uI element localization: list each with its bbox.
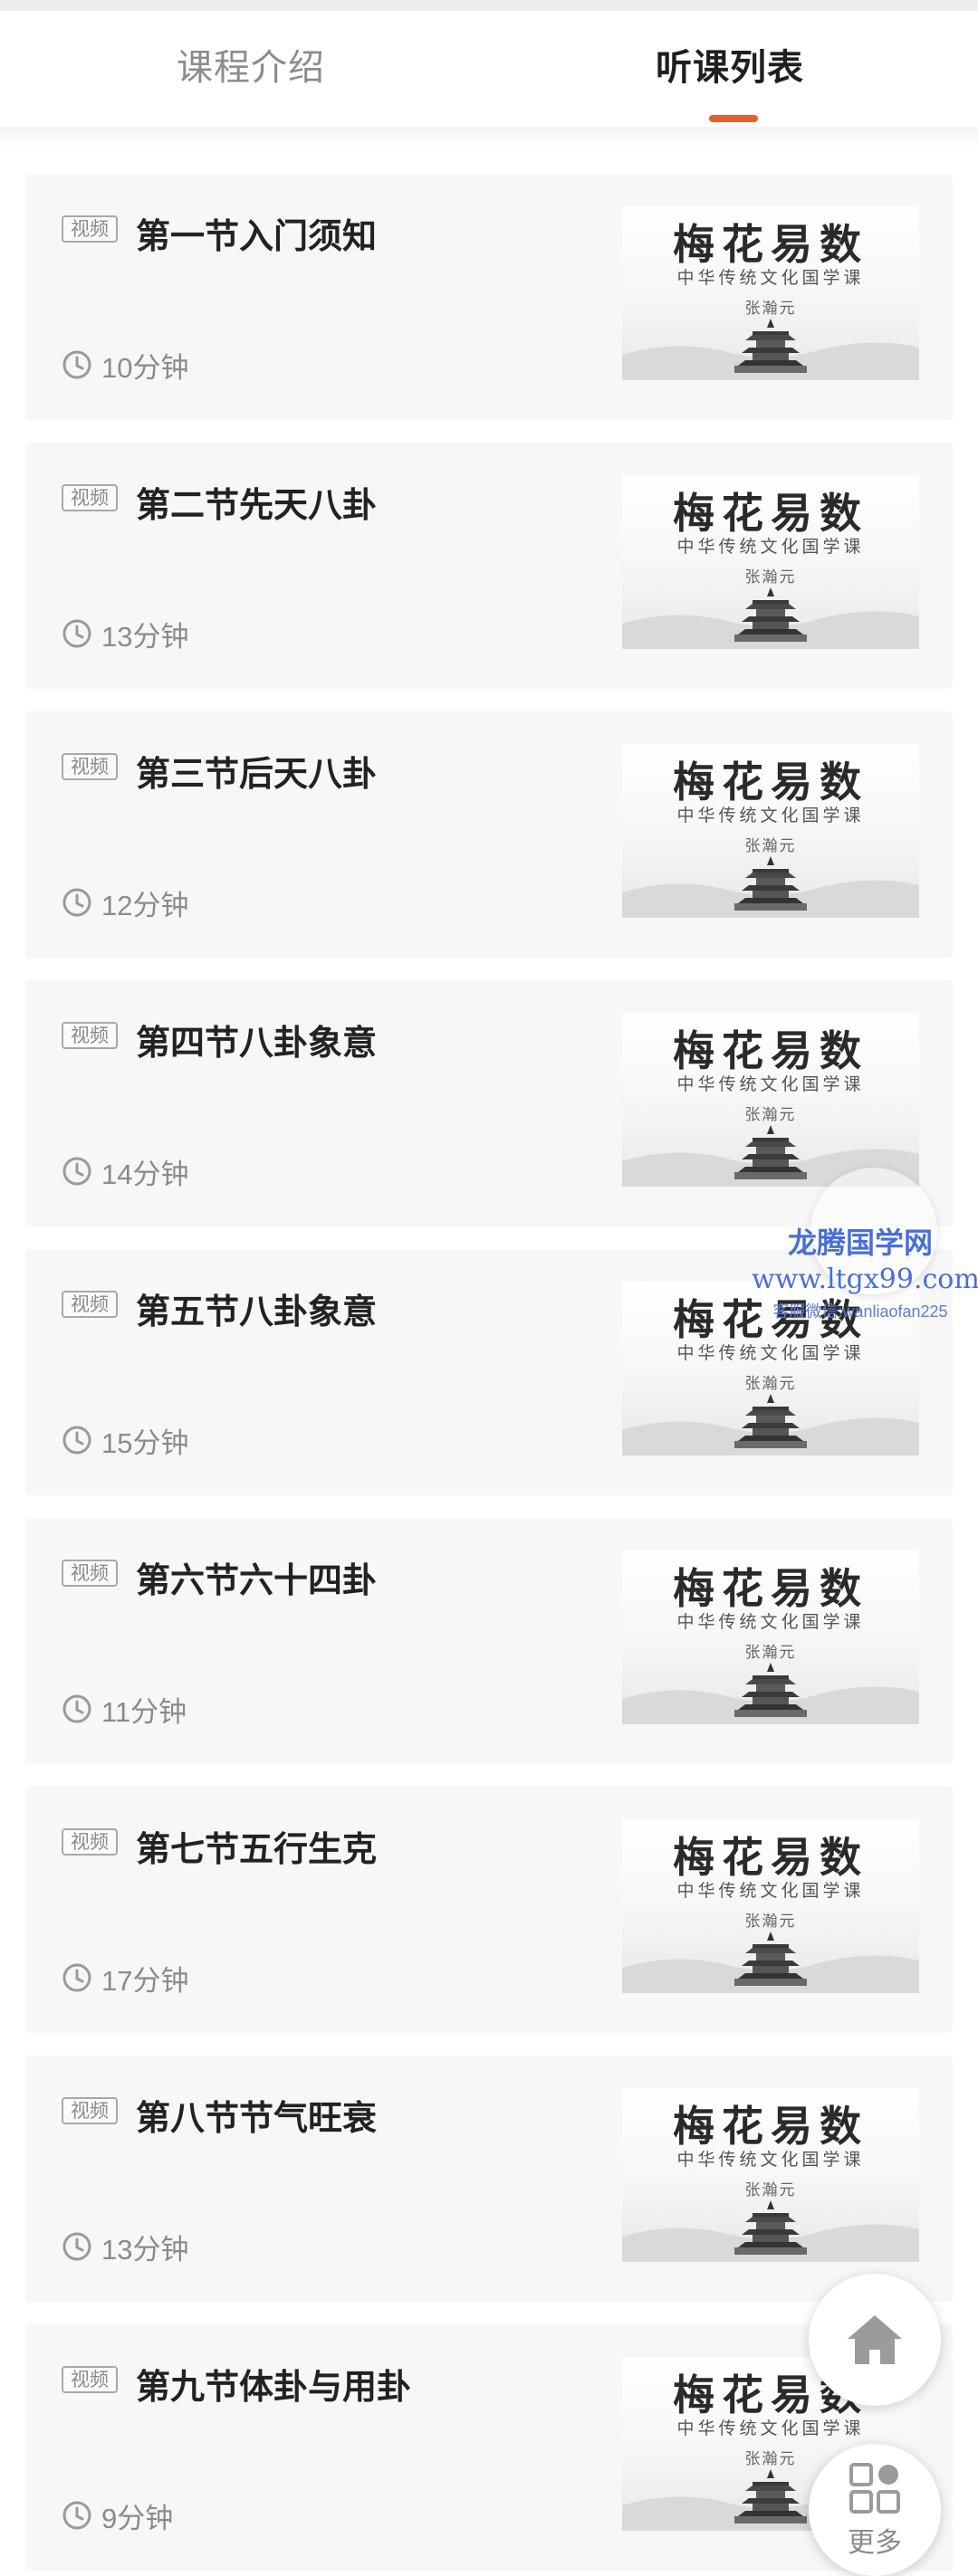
watermark: 龙腾国学网 www.ltgx99.com 客服微信:wanliaofan225	[752, 1220, 978, 1322]
duration-text: 12分钟	[101, 889, 189, 921]
duration-text: 17分钟	[101, 1964, 189, 1997]
clock-icon	[62, 1426, 91, 1455]
duration-text: 15分钟	[101, 1426, 189, 1459]
video-badge: 视频	[62, 484, 118, 511]
thumbnail-title: 梅花易数	[673, 220, 868, 269]
clock-icon	[62, 619, 91, 648]
duration-text: 13分钟	[101, 620, 189, 653]
clock-icon	[62, 1157, 91, 1186]
lesson-card[interactable]: 视频 第七节五行生克 17分钟 梅花易数 中华传统文化国学课 张瀚元	[25, 1787, 953, 2033]
lesson-duration: 17分钟	[62, 1959, 188, 1997]
clock-icon	[62, 888, 91, 917]
thumbnail-subtitle: 中华传统文化国学课	[676, 1881, 865, 1901]
lesson-title: 第九节体卦与用卦	[136, 2369, 412, 2407]
more-button[interactable]: 更多	[809, 2444, 941, 2576]
status-strip	[0, 0, 978, 11]
lesson-card[interactable]: 视频 第二节先天八卦 13分钟 梅花易数 中华传统文化国学课 张瀚元	[25, 443, 953, 689]
lesson-duration: 15分钟	[62, 1421, 188, 1459]
lesson-duration: 9分钟	[62, 2496, 173, 2534]
thumbnail-subtitle: 中华传统文化国学课	[676, 1612, 865, 1632]
tab-bar-divider	[0, 127, 978, 147]
temple-illustration	[622, 1663, 919, 1724]
active-tab-indicator	[709, 115, 758, 122]
video-badge: 视频	[62, 1022, 118, 1049]
lesson-thumbnail: 梅花易数 中华传统文化国学课 张瀚元	[622, 2088, 919, 2262]
temple-illustration	[622, 319, 919, 380]
tab-course-intro[interactable]: 课程介绍	[177, 38, 325, 91]
video-badge: 视频	[62, 1560, 118, 1587]
duration-text: 14分钟	[101, 1158, 189, 1190]
thumbnail-title: 梅花易数	[673, 1833, 868, 1882]
thumbnail-subtitle: 中华传统文化国学课	[676, 806, 865, 825]
thumbnail-subtitle: 中华传统文化国学课	[676, 2150, 865, 2170]
video-badge: 视频	[62, 753, 118, 780]
watermark-contact: 客服微信:wanliaofan225	[772, 1302, 948, 1321]
clock-icon	[62, 1963, 91, 1992]
video-badge: 视频	[62, 1828, 118, 1856]
duration-text: 13分钟	[101, 2233, 189, 2266]
thumbnail-title: 梅花易数	[673, 2102, 868, 2151]
lesson-thumbnail: 梅花易数 中华传统文化国学课 张瀚元	[622, 475, 919, 649]
thumbnail-subtitle: 中华传统文化国学课	[676, 268, 865, 288]
clock-icon	[62, 350, 91, 379]
video-badge: 视频	[62, 215, 118, 243]
lesson-thumbnail: 梅花易数 中华传统文化国学课 张瀚元	[622, 1819, 919, 1993]
tab-lesson-list[interactable]: 听课列表	[656, 38, 804, 91]
lesson-title: 第一节入门须知	[136, 218, 378, 256]
duration-text: 9分钟	[101, 2502, 174, 2534]
thumbnail-title: 梅花易数	[673, 758, 868, 806]
temple-illustration	[622, 856, 919, 918]
lesson-thumbnail: 梅花易数 中华传统文化国学课 张瀚元	[622, 206, 919, 380]
watermark-url: www.ltgx99.com	[752, 1264, 978, 1295]
lesson-card[interactable]: 视频 第八节节气旺衰 13分钟 梅花易数 中华传统文化国学课 张瀚元	[25, 2056, 953, 2302]
lesson-duration: 12分钟	[62, 883, 188, 921]
temple-illustration	[622, 587, 919, 649]
thumbnail-subtitle: 中华传统文化国学课	[676, 2419, 865, 2438]
lesson-duration: 13分钟	[62, 2228, 188, 2266]
tab-bar: 课程介绍 听课列表	[0, 11, 978, 127]
video-badge: 视频	[62, 2366, 118, 2393]
clock-icon	[62, 1694, 91, 1723]
duration-text: 10分钟	[101, 351, 189, 384]
duration-text: 11分钟	[101, 1695, 187, 1728]
thumbnail-subtitle: 中华传统文化国学课	[676, 1074, 865, 1094]
lesson-title: 第三节后天八卦	[136, 756, 378, 794]
lesson-card[interactable]: 视频 第三节后天八卦 12分钟 梅花易数 中华传统文化国学课 张瀚元	[25, 711, 953, 958]
lesson-thumbnail: 梅花易数 中华传统文化国学课 张瀚元	[622, 744, 919, 918]
lesson-card[interactable]: 视频 第六节六十四卦 11分钟 梅花易数 中华传统文化国学课 张瀚元	[25, 1518, 953, 1764]
video-badge: 视频	[62, 1291, 118, 1318]
lesson-title: 第四节八卦象意	[136, 1025, 378, 1063]
lesson-title: 第五节八卦象意	[136, 1293, 378, 1331]
watermark-site-name: 龙腾国学网	[787, 1226, 933, 1259]
video-badge: 视频	[62, 2097, 118, 2124]
temple-illustration	[622, 1394, 919, 1455]
more-label: 更多	[848, 2528, 902, 2558]
home-icon	[848, 2315, 902, 2364]
lesson-thumbnail: 梅花易数 中华传统文化国学课 张瀚元	[622, 1550, 919, 1724]
thumbnail-title: 梅花易数	[673, 1026, 868, 1075]
lesson-thumbnail: 梅花易数 中华传统文化国学课 张瀚元	[622, 1013, 919, 1187]
lesson-title: 第二节先天八卦	[136, 487, 378, 525]
lesson-duration: 14分钟	[62, 1152, 188, 1190]
clock-icon	[62, 2501, 91, 2530]
thumbnail-subtitle: 中华传统文化国学课	[676, 1343, 865, 1363]
grid-icon	[849, 2463, 900, 2514]
lesson-title: 第七节五行生克	[136, 1831, 378, 1869]
lesson-card[interactable]: 视频 第四节八卦象意 14分钟 梅花易数 中华传统文化国学课 张瀚元	[25, 980, 953, 1226]
lesson-title: 第六节六十四卦	[136, 1562, 378, 1600]
lesson-title: 第八节节气旺衰	[136, 2100, 378, 2138]
thumbnail-subtitle: 中华传统文化国学课	[676, 537, 865, 557]
clock-icon	[62, 2232, 91, 2261]
lesson-duration: 10分钟	[62, 346, 188, 384]
thumbnail-title: 梅花易数	[673, 489, 868, 538]
lesson-duration: 13分钟	[62, 615, 188, 653]
home-button[interactable]	[809, 2274, 941, 2406]
thumbnail-title: 梅花易数	[673, 1564, 868, 1613]
temple-illustration	[622, 2200, 919, 2262]
lesson-duration: 11分钟	[62, 1690, 187, 1728]
temple-illustration	[622, 1932, 919, 1993]
lesson-card[interactable]: 视频 第一节入门须知 10分钟 梅花易数 中华传统文化国学课 张瀚元	[25, 174, 953, 420]
